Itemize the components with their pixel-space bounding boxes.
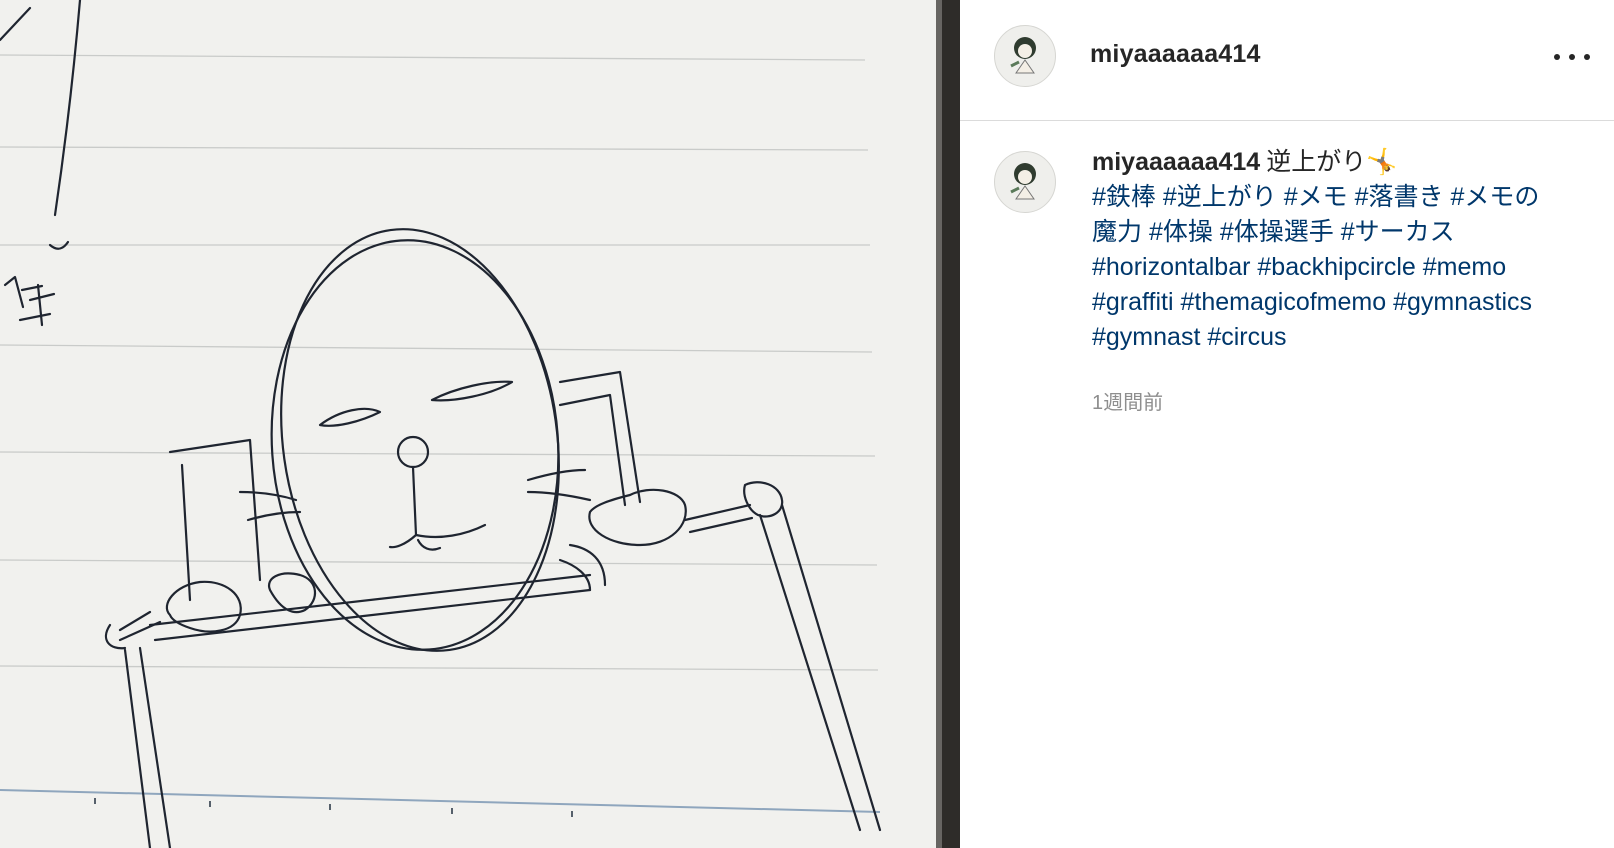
hashtag-link[interactable]: #体操 (1149, 218, 1213, 246)
user-avatar-icon (1010, 163, 1036, 200)
post-caption: miyaaaaaa414 逆上がり🤸 #鉄棒 #逆上がり #メモ #落書き #メモ… (1092, 145, 1562, 355)
hashtag-link[interactable]: #graffiti (1092, 288, 1174, 316)
profile-avatar[interactable] (994, 25, 1056, 87)
more-options-button[interactable] (1552, 44, 1592, 70)
hashtag-link[interactable]: #鉄棒 (1092, 183, 1156, 211)
hashtag-link[interactable]: #memo (1423, 253, 1506, 281)
post-timestamp[interactable]: 1週間前 (1092, 386, 1163, 415)
hashtag-list: #鉄棒 #逆上がり #メモ #落書き #メモの魔力 #体操 #体操選手 #サーカ… (1092, 180, 1562, 355)
hashtag-link[interactable]: #体操選手 (1220, 218, 1334, 246)
hashtag-link[interactable]: #circus (1207, 323, 1286, 351)
post-sidebar: miyaaaaaa414 miyaaaaaa414 逆上がり🤸 #鉄棒 #逆上が… (960, 0, 1614, 848)
hashtag-link[interactable]: #gymnastics (1393, 288, 1532, 316)
caption-text: 逆上がり🤸 (1266, 148, 1398, 176)
hashtag-link[interactable]: #メモ (1284, 183, 1348, 211)
hashtag-link[interactable]: #落書き (1355, 183, 1444, 211)
hashtag-link[interactable]: #逆上がり (1163, 183, 1277, 211)
memo-sketch-image (0, 0, 960, 848)
hashtag-link[interactable]: #themagicofmemo (1180, 288, 1386, 316)
post-image (0, 0, 960, 848)
instagram-post: miyaaaaaa414 miyaaaaaa414 逆上がり🤸 #鉄棒 #逆上が… (0, 0, 1614, 848)
user-avatar-icon (1010, 37, 1036, 74)
hashtag-link[interactable]: #gymnast (1092, 323, 1200, 351)
caption-avatar[interactable] (994, 151, 1056, 213)
caption-username[interactable]: miyaaaaaa414 (1092, 148, 1260, 176)
hashtag-link[interactable]: #backhipcircle (1257, 253, 1415, 281)
post-header: miyaaaaaa414 (960, 0, 1614, 121)
more-horizontal-icon (1554, 54, 1560, 60)
post-username[interactable]: miyaaaaaa414 (1090, 40, 1261, 69)
hashtag-link[interactable]: #horizontalbar (1092, 253, 1250, 281)
hashtag-link[interactable]: #サーカス (1341, 218, 1455, 246)
